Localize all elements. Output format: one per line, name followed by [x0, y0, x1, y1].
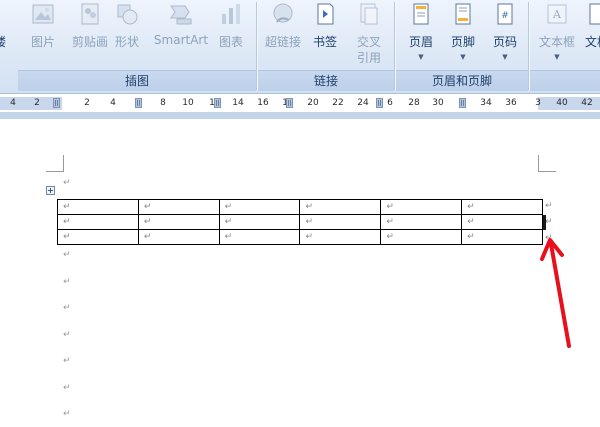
- annotation-arrow: [540, 238, 571, 348]
- annotation-arrow-shaft: [549, 242, 571, 348]
